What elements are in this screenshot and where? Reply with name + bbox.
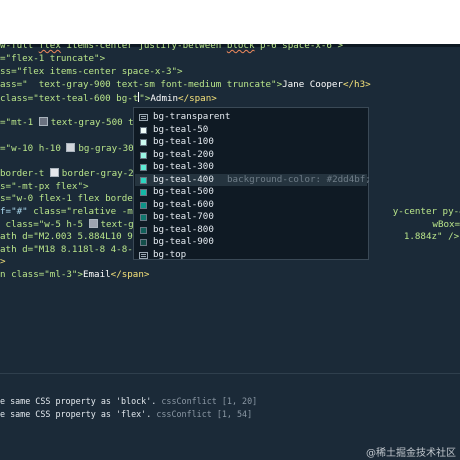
code-token: ss="flex items-center space-x-3"> bbox=[0, 66, 183, 77]
color-swatch-icon bbox=[88, 219, 98, 228]
code-line[interactable]: > bbox=[0, 256, 6, 268]
completion-item-bg-teal-500[interactable]: bg-teal-500 bbox=[135, 186, 367, 199]
code-token: n class="ml-3"> bbox=[0, 269, 83, 280]
color-swatch-icon bbox=[140, 176, 147, 184]
code-token: ="flex-1 truncate"> bbox=[0, 53, 106, 64]
code-token: w-full bbox=[0, 44, 39, 51]
code-line[interactable]: s="-mt-px flex"> bbox=[0, 181, 89, 193]
completion-label: bg-teal-900 bbox=[153, 236, 214, 247]
completion-label: bg-teal-400 bbox=[153, 173, 214, 185]
color-swatch-icon bbox=[140, 151, 147, 159]
problem-location: [1, 54] bbox=[211, 409, 253, 419]
color-swatch-icon bbox=[140, 126, 147, 134]
completion-label: bg-top bbox=[153, 248, 187, 260]
code-line[interactable]: ass=" text-gray-900 text-sm font-medium … bbox=[0, 79, 371, 91]
completion-item-bg-teal-100[interactable]: bg-teal-100 bbox=[135, 136, 367, 149]
code-token: class="text-teal-600 bg-t bbox=[0, 93, 139, 104]
code-token: flex bbox=[38, 44, 61, 51]
color-swatch-icon bbox=[140, 189, 147, 196]
problem-item[interactable]: e same CSS property as 'flex'. cssConfli… bbox=[0, 408, 252, 420]
code-token: Admin bbox=[150, 93, 179, 104]
code-token: items-center justify-between bbox=[60, 44, 227, 51]
code-token: ath d="M2.003 5.884L10 9.8 bbox=[0, 231, 144, 242]
color-swatch-icon bbox=[49, 168, 59, 177]
code-line[interactable]: n class="ml-3">Email</span> bbox=[0, 269, 149, 281]
code-token: ="mt-1 bbox=[0, 117, 39, 128]
code-token: s="w-0 flex-1 flex borde bbox=[0, 193, 133, 204]
keyword-icon bbox=[139, 114, 148, 121]
color-swatch-icon bbox=[66, 143, 76, 152]
code-token: border-t bbox=[0, 168, 50, 179]
problem-location: [1, 20] bbox=[216, 396, 258, 406]
code-token: </span> bbox=[178, 93, 217, 104]
watermark: @稀土掘金技术社区 bbox=[366, 448, 456, 459]
code-token: p-6 space-x-6"> bbox=[254, 44, 344, 51]
completion-item-bg-teal-600[interactable]: bg-teal-600 bbox=[135, 199, 367, 212]
problem-item[interactable]: e same CSS property as 'block'. cssConfl… bbox=[0, 395, 257, 407]
code-token: class="relative -mr bbox=[33, 206, 139, 217]
completion-label: bg-transparent bbox=[153, 111, 231, 122]
code-token: "> bbox=[139, 93, 151, 104]
code-line[interactable]: border-t border-gray-200 bbox=[0, 168, 145, 180]
code-line[interactable]: s="w-0 flex-1 flex borde bbox=[0, 193, 133, 205]
completion-label: bg-teal-600 bbox=[153, 198, 214, 210]
code-token: block bbox=[226, 44, 255, 51]
code-line[interactable]: ath d="M18 8.118l-8 4-8-4 bbox=[0, 244, 138, 256]
completion-label: bg-teal-300 bbox=[153, 161, 214, 172]
code-line[interactable]: ss="flex items-center space-x-3"> bbox=[0, 66, 183, 78]
code-token: Jane Cooper bbox=[282, 79, 343, 90]
code-token: ath d="M18 8.118l-8 4-8-4 bbox=[0, 244, 139, 255]
completion-item-bg-transparent[interactable]: bg-transparent bbox=[135, 111, 367, 124]
color-swatch-icon bbox=[140, 164, 147, 171]
color-swatch-icon bbox=[38, 117, 48, 126]
autocomplete-popup[interactable]: bg-transparent bg-teal-50 bg-teal-100 bg-te… bbox=[133, 107, 371, 262]
keyword-icon bbox=[139, 251, 148, 259]
completion-item-bg-teal-50[interactable]: bg-teal-50 bbox=[135, 124, 367, 137]
problem-message: e same CSS property as 'block'. bbox=[0, 396, 162, 406]
problem-source: cssConflict bbox=[156, 409, 212, 419]
code-token: s="-mt-px flex"> bbox=[0, 181, 89, 192]
color-swatch-icon bbox=[140, 201, 147, 209]
code-line[interactable]: w-full flex items-center justify-between… bbox=[0, 44, 343, 52]
color-swatch-icon bbox=[140, 214, 147, 221]
code-token: > bbox=[0, 256, 6, 267]
code-token: Email bbox=[82, 269, 111, 280]
code-token: text-gray-500 tex bbox=[50, 117, 145, 128]
code-token: 1.884z" /> bbox=[403, 231, 460, 242]
problem-message: e same CSS property as 'flex'. bbox=[0, 409, 157, 419]
completion-item-bg-teal-900[interactable]: bg-teal-900 bbox=[135, 236, 367, 249]
completion-label: bg-teal-200 bbox=[153, 148, 214, 160]
color-swatch-icon bbox=[140, 239, 147, 246]
code-token: wBox="0 0 20 20" bbox=[432, 219, 460, 230]
code-token: y-center py-4 tex bbox=[392, 206, 460, 217]
code-token: </span> bbox=[110, 269, 150, 280]
problems-panel-divider bbox=[0, 373, 460, 374]
completion-item-bg-top[interactable]: bg-top bbox=[135, 249, 367, 262]
completion-label: bg-teal-800 bbox=[153, 223, 214, 235]
completion-item-bg-teal-200[interactable]: bg-teal-200 bbox=[135, 149, 367, 162]
problem-source: cssConflict bbox=[161, 396, 217, 406]
code-token: ="w-10 h-10 bbox=[0, 143, 67, 154]
completion-item-bg-teal-800[interactable]: bg-teal-800 bbox=[135, 224, 367, 237]
completion-label: bg-teal-700 bbox=[153, 211, 214, 222]
code-token: class="w-5 h-5 bbox=[0, 219, 89, 230]
code-token: bg-gray-300 bbox=[78, 143, 140, 154]
completion-label: bg-teal-500 bbox=[153, 186, 214, 197]
completion-detail: background-color: #2dd4bf; bbox=[227, 173, 371, 185]
completion-item-bg-teal-400[interactable]: bg-teal-400 background-color: #2dd4bf; bbox=[135, 173, 371, 186]
color-swatch-icon bbox=[140, 139, 147, 146]
code-line[interactable]: class="text-teal-600 bg-t">Admin</span> bbox=[0, 92, 217, 104]
code-line[interactable]: ="flex-1 truncate"> bbox=[0, 53, 105, 65]
code-token: f="#" bbox=[0, 206, 34, 217]
code-token: ass=" text-gray-900 text-sm font-medium … bbox=[0, 79, 283, 90]
code-token: </h3> bbox=[342, 79, 371, 90]
completion-item-bg-teal-700[interactable]: bg-teal-700 bbox=[135, 211, 367, 224]
completion-label: bg-teal-100 bbox=[153, 136, 214, 147]
color-swatch-icon bbox=[140, 226, 147, 234]
completion-item-bg-teal-300[interactable]: bg-teal-300 bbox=[135, 161, 367, 174]
completion-label: bg-teal-50 bbox=[153, 123, 209, 135]
